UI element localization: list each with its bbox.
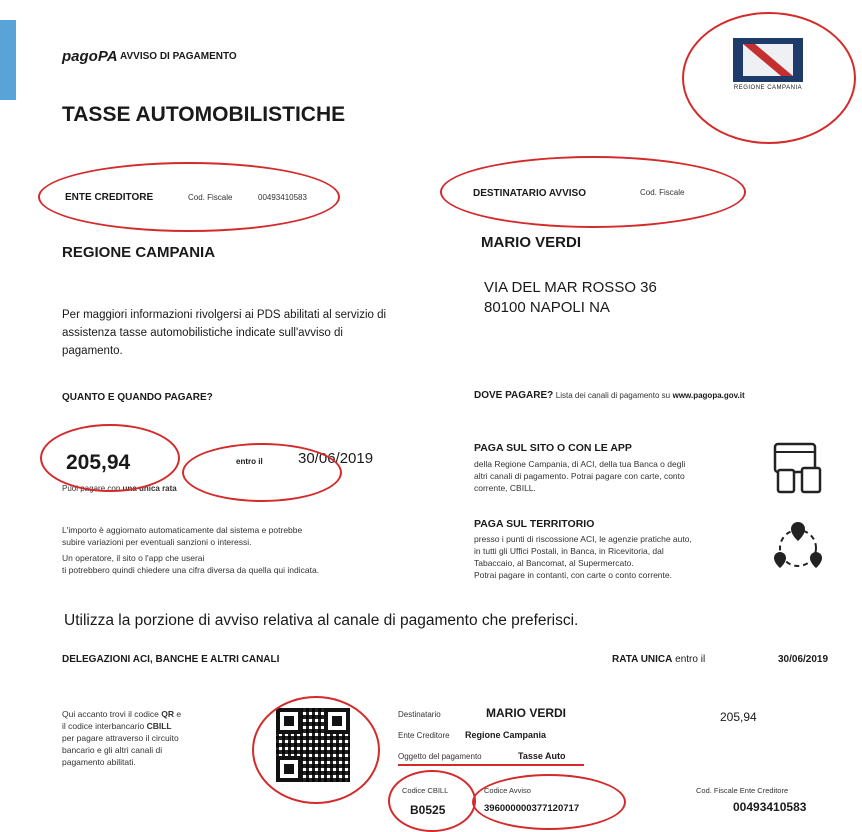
info-line: assistenza tasse automobilistiche indica… [62,327,343,339]
creditor-fiscal-slip-value: 00493410583 [733,800,807,814]
where-heading: DOVE PAGARE? [474,390,554,401]
amount-note: L'importo è aggiornato automaticamente d… [62,524,319,576]
pagopa-logo: pagoPA [62,48,118,65]
notice-label: AVVISO DI PAGAMENTO [120,51,237,62]
slip-amount: 205,94 [720,710,757,724]
map-pins-icon [774,522,822,568]
note-line: subire variazioni per eventuali sanzioni… [62,537,252,547]
slip-creditor-value: Regione Campania [465,730,547,740]
online-line: della Regione Campania, di ACI, della tu… [474,459,686,469]
slip-recipient-label: Destinatario [398,710,441,719]
slip-object-label: Oggetto del pagamento [398,752,482,761]
local-line: Potrai pagare in contanti, con carte o c… [474,570,672,580]
qr-line: il codice interbancario CBILL [62,720,181,732]
channel-instruction: Utilizza la porzione di avviso relativa … [64,612,579,629]
annotation-logo [682,12,856,144]
info-line: pagamento. [62,345,123,357]
where-list-prefix: Lista dei canali di pagamento su [555,391,671,400]
slip-heading: DELEGAZIONI ACI, BANCHE E ALTRI CANALI [62,654,280,665]
qr-text-bold: QR [161,709,174,719]
devices-icon [773,442,822,494]
local-line: in tutti gli Uffici Postali, in Banca, i… [474,546,664,556]
annotation-due-date [182,443,342,502]
pagopa-site-link[interactable]: www.pagopa.gov.it [673,391,745,400]
qr-text: e [173,709,182,719]
qr-line: bancario e gli altri canali di [62,745,163,755]
qr-text-bold: CBILL [146,721,172,731]
rate-by: entro il [675,654,706,665]
where-heading-row: DOVE PAGARE? Lista dei canali di pagamen… [474,390,745,401]
note-line: L'importo è aggiornato automaticamente d… [62,525,303,535]
qr-line: Qui accanto trovi il codice QR e [62,708,181,720]
annotation-amount [40,424,180,492]
slip-recipient-value: MARIO VERDI [486,706,567,720]
scan-edge [0,20,16,100]
recipient-address-2: 80100 NAPOLI NA [484,299,610,316]
online-line: altri canali di pagamento. Potrai pagare… [474,471,685,481]
rate-label: RATA UNICA [612,654,673,665]
online-line: corrente, CBILL. [474,483,536,493]
online-pay-text: della Regione Campania, di ACI, della tu… [474,458,685,494]
creditor-name: REGIONE CAMPANIA [62,244,216,261]
annotation-creditor [38,162,340,232]
qr-line: per pagare attraverso il circuito [62,733,179,743]
object-underline [398,764,584,766]
annotation-recipient [440,156,746,228]
note-line: Un operatore, il sito o l'app che userai [62,553,205,563]
note-line: ti potrebbero quindi chiedere una cifra … [62,565,320,575]
slip-creditor-label: Ente Creditore [398,731,450,740]
rate-date: 30/06/2019 [778,654,829,665]
annotation-notice-code [472,774,626,830]
recipient-address-1: VIA DEL MAR ROSSO 36 [484,279,657,296]
online-pay-title: PAGA SUL SITO O CON LE APP [474,442,632,454]
slip-object-value: Tasse Auto [518,751,566,761]
info-line: Per maggiori informazioni rivolgersi ai … [62,309,387,321]
rate-row: RATA UNICA entro il [612,654,705,665]
local-line: Tabaccaio, al Bancomat, al Supermercato. [474,558,634,568]
annotation-cbill [388,770,476,832]
local-pay-title: PAGA SUL TERRITORIO [474,518,595,530]
qr-line: pagamento abilitati. [62,757,136,767]
creditor-fiscal-slip-label: Cod. Fiscale Ente Creditore [696,786,789,795]
qr-text: il codice interbancario [62,721,147,731]
recipient-name: MARIO VERDI [481,234,582,251]
local-pay-text: presso i punti di riscossione ACI, le ag… [474,533,692,581]
how-much-heading: QUANTO E QUANDO PAGARE? [62,392,213,403]
page-title: TASSE AUTOMOBILISTICHE [62,103,346,126]
local-line: presso i punti di riscossione ACI, le ag… [474,534,692,544]
annotation-qr [252,696,380,804]
info-text: Per maggiori informazioni rivolgersi ai … [62,306,386,360]
qr-text: Qui accanto trovi il codice [62,709,162,719]
qr-explanation: Qui accanto trovi il codice QR e il codi… [62,708,181,768]
